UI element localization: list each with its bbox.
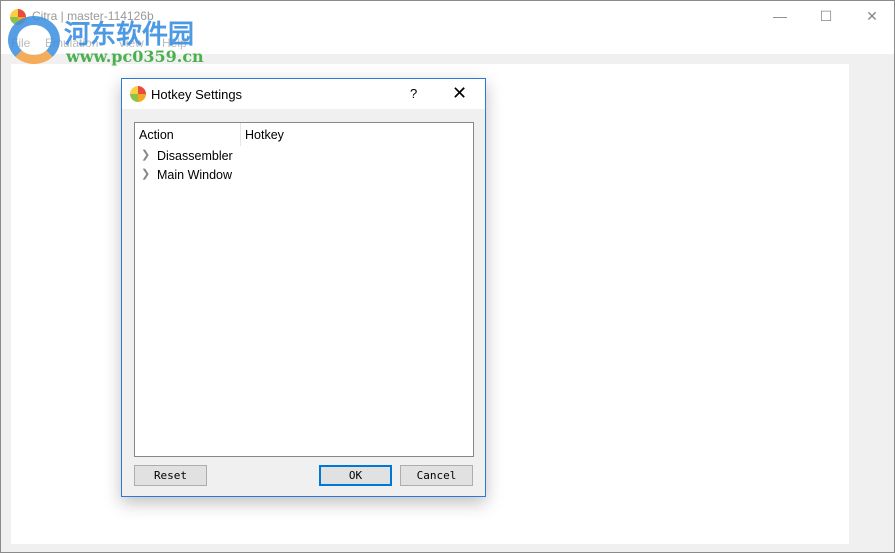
watermark-text: 河东软件园 — [64, 20, 195, 50]
maximize-button[interactable]: ☐ — [803, 1, 849, 31]
dialog-title-bar: Hotkey Settings ? ✕ — [122, 79, 485, 109]
watermark-logo-icon — [8, 16, 60, 64]
dialog-title: Hotkey Settings — [151, 87, 243, 102]
column-header-hotkey[interactable]: Hotkey — [241, 123, 473, 146]
tree-item-disassembler[interactable]: ❯ Disassembler — [135, 147, 335, 166]
reset-button[interactable]: Reset — [134, 465, 207, 486]
column-header-action[interactable]: Action — [135, 123, 241, 146]
chevron-right-icon[interactable]: ❯ — [141, 167, 150, 180]
tree-item-label: Main Window — [157, 168, 233, 182]
watermark-url: www.pc0359.cn — [66, 47, 204, 66]
dialog-close-button[interactable]: ✕ — [452, 83, 467, 104]
tree-item-main-window[interactable]: ❯ Main Window — [135, 166, 335, 185]
ok-button[interactable]: OK — [319, 465, 392, 486]
help-button[interactable]: ? — [410, 86, 417, 101]
cancel-button[interactable]: Cancel — [400, 465, 473, 486]
hotkey-tree[interactable]: Action Hotkey ❯ Disassembler ❯ Main Wind… — [134, 122, 474, 457]
citra-logo-icon — [130, 86, 146, 102]
tree-item-label: Disassembler — [157, 149, 233, 163]
chevron-right-icon[interactable]: ❯ — [141, 148, 150, 161]
close-button[interactable]: ✕ — [849, 1, 895, 31]
minimize-button[interactable]: — — [757, 1, 803, 31]
hotkey-settings-dialog: Hotkey Settings ? ✕ Action Hotkey ❯ Disa… — [121, 78, 486, 497]
